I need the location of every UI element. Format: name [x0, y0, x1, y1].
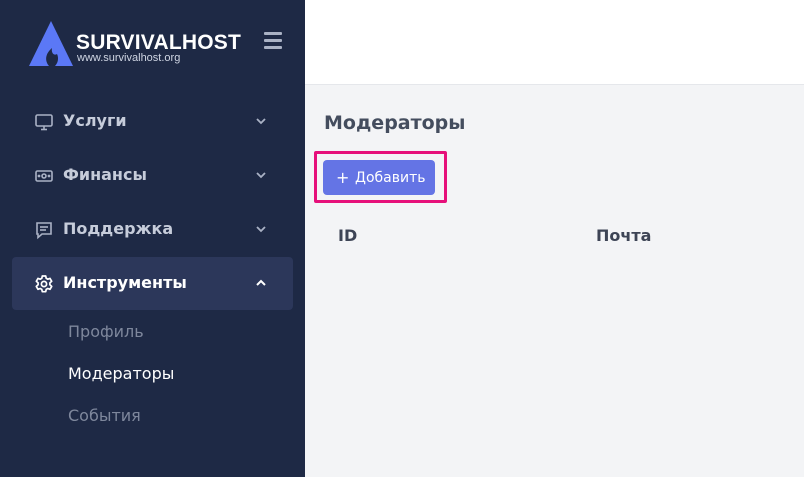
sidebar-item-label: Финансы [63, 165, 147, 184]
subitem-moderators[interactable]: Модераторы [68, 364, 174, 383]
chat-icon [36, 222, 52, 240]
gear-icon [35, 275, 53, 293]
top-bar [305, 0, 804, 85]
subitem-profile[interactable]: Профиль [68, 322, 144, 341]
chevron-down-icon [256, 118, 266, 125]
menu-toggle-icon[interactable] [264, 32, 284, 50]
sidebar: SURVIVALHOST www.survivalhost.org Услуги… [0, 0, 305, 477]
plus-icon: + [336, 168, 350, 187]
chevron-up-icon [256, 279, 266, 286]
column-header-email[interactable]: Почта [596, 226, 651, 245]
page-title: Модераторы [324, 112, 466, 134]
add-button[interactable]: + Добавить [323, 160, 435, 195]
sidebar-item-label: Поддержка [63, 219, 174, 238]
brand-url: www.survivalhost.org [77, 52, 181, 64]
logo[interactable]: SURVIVALHOST www.survivalhost.org [28, 18, 248, 70]
add-button-label: Добавить [355, 170, 426, 186]
chevron-down-icon [256, 172, 266, 179]
logo-mark-icon [29, 21, 73, 66]
money-icon [35, 170, 53, 182]
sidebar-item-support[interactable]: Поддержка [12, 203, 293, 256]
column-header-id[interactable]: ID [338, 226, 357, 245]
sidebar-item-services[interactable]: Услуги [12, 95, 293, 148]
sidebar-item-label: Инструменты [63, 273, 187, 292]
monitor-icon [35, 114, 53, 131]
chevron-down-icon [256, 226, 266, 233]
sidebar-item-tools[interactable]: Инструменты [12, 257, 293, 310]
sidebar-item-label: Услуги [63, 111, 127, 130]
sidebar-item-finance[interactable]: Финансы [12, 149, 293, 202]
subitem-events[interactable]: События [68, 406, 141, 425]
